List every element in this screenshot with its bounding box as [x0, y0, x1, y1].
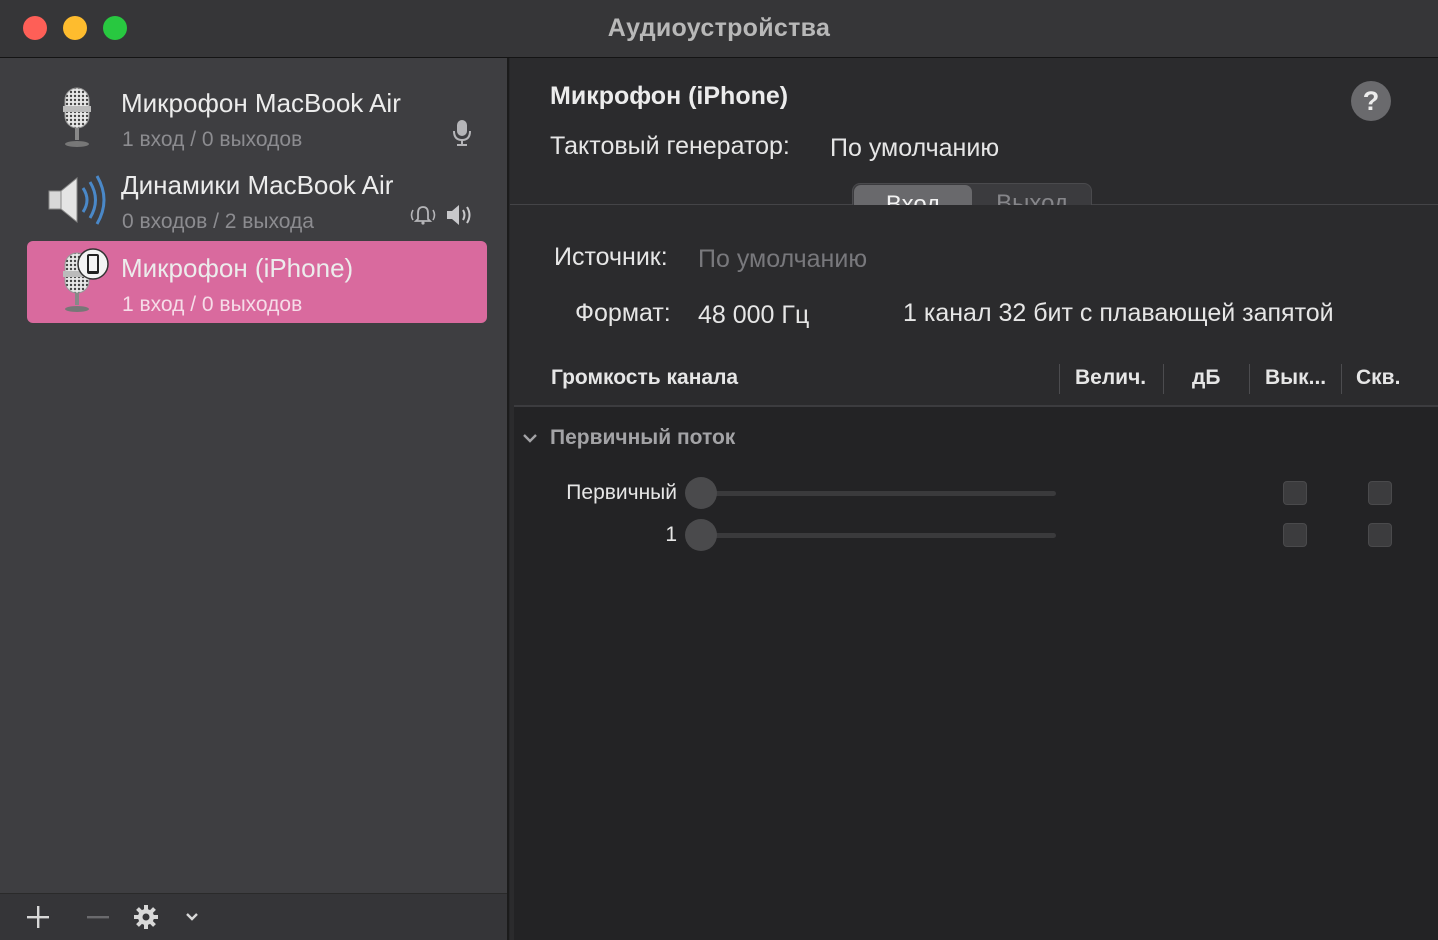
sample-rate-select[interactable]: 48 000 Гц: [698, 301, 809, 330]
selected-device-title: Микрофон (iPhone): [550, 82, 789, 110]
mute-checkbox[interactable]: [1283, 481, 1307, 505]
microphone-badge-icon: [453, 120, 471, 146]
remove-device-button[interactable]: [80, 900, 116, 934]
add-device-button[interactable]: [20, 900, 56, 934]
device-item-macbook-mic[interactable]: Микрофон MacBook Air 1 вход / 0 выходов: [27, 76, 487, 158]
volume-slider-knob[interactable]: [685, 477, 717, 509]
alert-sound-icon: [410, 206, 436, 225]
channel-volume-slider[interactable]: [686, 491, 1056, 496]
device-io-summary: 1 вход / 0 выходов: [122, 293, 303, 316]
microphone-icon: [63, 87, 91, 147]
stream-group-label: Первичный поток: [550, 426, 736, 449]
input-panel: Источник: По умолчанию Формат: 48 000 Гц…: [512, 205, 1438, 940]
speaker-icon: [48, 175, 106, 225]
audio-midi-window: Аудиоустройства Микрофон MacBook Air 1 в…: [0, 0, 1438, 940]
device-item-macbook-speakers[interactable]: Динамики MacBook Air 0 входов / 2 выхода: [27, 158, 487, 240]
settings-menu-button[interactable]: [174, 900, 210, 934]
format-select[interactable]: 1 канал 32 бит с плавающей запятой: [903, 299, 1334, 328]
channel-volume-slider[interactable]: [686, 533, 1056, 538]
column-header-db[interactable]: дБ: [1192, 366, 1220, 390]
column-header-mute[interactable]: Вык...: [1265, 366, 1326, 390]
table-header: Громкость канала Велич. дБ Вык... Скв.: [514, 350, 1438, 407]
mute-checkbox[interactable]: [1283, 523, 1307, 547]
stream-group-header[interactable]: Первичный поток: [522, 426, 735, 450]
sidebar-toolbar: [0, 893, 507, 940]
device-detail-pane: Микрофон (iPhone) ? Тактовый генератор: …: [510, 58, 1438, 940]
channel-label: 1: [665, 523, 677, 546]
device-name: Микрофон MacBook Air: [121, 88, 401, 118]
device-badges: [451, 118, 473, 148]
device-name: Динамики MacBook Air: [121, 170, 394, 200]
channel-volume-table: Громкость канала Велич. дБ Вык... Скв. П…: [514, 350, 1438, 940]
disclosure-chevron-icon: [523, 434, 537, 443]
device-settings-button[interactable]: [128, 900, 164, 934]
column-header-channel-volume[interactable]: Громкость канала: [551, 366, 738, 390]
minus-icon: [87, 916, 109, 919]
device-sidebar: Микрофон MacBook Air 1 вход / 0 выходов: [0, 58, 509, 940]
window-title: Аудиоустройства: [607, 14, 831, 42]
device-name: Микрофон (iPhone): [121, 253, 354, 283]
column-separator: [1163, 364, 1164, 394]
source-label: Источник:: [554, 243, 668, 271]
column-separator: [1341, 364, 1342, 394]
thru-checkbox[interactable]: [1368, 481, 1392, 505]
device-io-summary: 0 входов / 2 выхода: [122, 210, 314, 233]
column-separator: [1059, 364, 1060, 394]
iphone-microphone-icon: [63, 248, 109, 312]
device-io-summary: 1 вход / 0 выходов: [122, 128, 303, 151]
help-button[interactable]: ?: [1351, 81, 1391, 121]
chevron-down-icon: [186, 913, 198, 921]
gear-icon: [134, 905, 158, 929]
speaker-output-icon: [447, 205, 471, 225]
thru-checkbox[interactable]: [1368, 523, 1392, 547]
clock-source-label: Тактовый генератор:: [550, 132, 790, 160]
device-item-iphone-mic[interactable]: Микрофон (iPhone) 1 вход / 0 выходов: [27, 241, 487, 323]
column-header-value[interactable]: Велич.: [1075, 366, 1146, 390]
device-badges: [407, 200, 473, 230]
volume-slider-knob[interactable]: [685, 519, 717, 551]
clock-source-select[interactable]: По умолчанию: [830, 134, 999, 163]
title-bar: Аудиоустройства: [0, 0, 1438, 58]
source-select[interactable]: По умолчанию: [698, 245, 867, 274]
plus-icon: [27, 906, 49, 928]
column-separator: [1249, 364, 1250, 394]
column-header-thru[interactable]: Скв.: [1356, 366, 1400, 390]
format-label: Формат:: [575, 299, 671, 327]
channel-label: Первичный: [566, 481, 677, 504]
